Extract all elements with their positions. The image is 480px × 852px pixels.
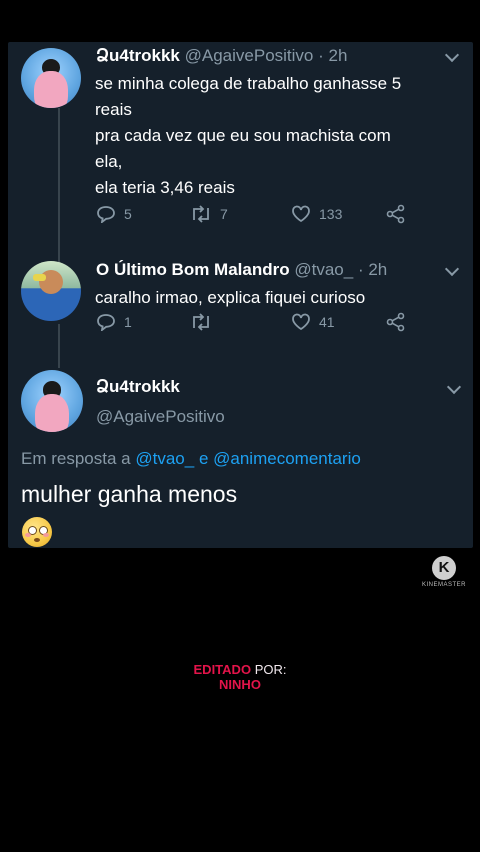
tweet-text: se minha colega de trabalho ganhasse 5 r… bbox=[95, 74, 402, 197]
credit-por: POR: bbox=[254, 662, 287, 677]
like-count: 41 bbox=[319, 314, 335, 330]
display-name[interactable]: O Último Bom Malandro bbox=[96, 260, 290, 279]
share-button[interactable] bbox=[386, 312, 406, 332]
reply-button[interactable]: 5 bbox=[96, 205, 132, 223]
reply-context: Em resposta a @tvao_ e @animecomentario bbox=[21, 449, 361, 469]
mention-link[interactable]: @animecomentario bbox=[213, 449, 361, 468]
display-name[interactable]: Ձu4trokkk bbox=[96, 377, 180, 397]
mention-link[interactable]: @tvao_ bbox=[135, 449, 194, 468]
tweet-text: mulher ganha menos bbox=[21, 481, 238, 507]
share-icon bbox=[386, 204, 405, 224]
credit-author: NINHO bbox=[219, 677, 261, 692]
heart-icon bbox=[292, 205, 310, 223]
like-count: 133 bbox=[319, 206, 343, 222]
kinemaster-watermark: K KINEMASTER bbox=[421, 556, 467, 588]
reply-button[interactable]: 1 bbox=[96, 313, 132, 331]
credit-prefix: EDITADO bbox=[193, 662, 252, 677]
display-name[interactable]: Ձu4trokkk bbox=[96, 46, 180, 65]
tweet-text: caralho irmao, explica fiquei curioso bbox=[95, 288, 366, 307]
retweet-button[interactable]: 7 bbox=[190, 205, 228, 223]
tweet-time: · 2h bbox=[318, 46, 348, 65]
reply-prefix: Em resposta a bbox=[21, 449, 131, 468]
watermark-text: KINEMASTER bbox=[421, 582, 466, 588]
reply-icon bbox=[97, 314, 115, 331]
like-button[interactable]: 133 bbox=[291, 205, 342, 223]
reply-icon bbox=[97, 206, 115, 223]
avatar[interactable] bbox=[21, 48, 81, 108]
tweet-header: O Último Bom Malandro @tvao_ · 2h bbox=[96, 260, 387, 280]
user-handle[interactable]: @AgaivePositivo bbox=[96, 407, 225, 427]
heart-icon bbox=[292, 313, 310, 331]
tweet-header: Ձu4trokkk @AgaivePositivo · 2h bbox=[96, 46, 347, 66]
chevron-down-icon[interactable] bbox=[444, 261, 460, 277]
reply-count: 1 bbox=[124, 314, 132, 330]
editor-credit: EDITADO POR: NINHO bbox=[0, 662, 480, 692]
retweet-count: 7 bbox=[220, 206, 228, 222]
share-icon bbox=[386, 312, 405, 332]
user-handle[interactable]: @AgaivePositivo bbox=[185, 46, 314, 65]
chevron-down-icon[interactable] bbox=[446, 379, 462, 395]
like-button[interactable]: 41 bbox=[291, 313, 335, 331]
thread-connector bbox=[58, 324, 60, 368]
chevron-down-icon[interactable] bbox=[444, 47, 460, 63]
share-button[interactable] bbox=[386, 204, 406, 224]
retweet-icon bbox=[193, 313, 209, 331]
flushed-face-emoji bbox=[22, 517, 52, 547]
retweet-icon bbox=[193, 205, 209, 223]
kinemaster-logo-icon: K bbox=[432, 556, 456, 580]
reply-count: 5 bbox=[124, 206, 132, 222]
reply-and: e bbox=[198, 449, 209, 468]
retweet-button[interactable] bbox=[190, 313, 220, 331]
twitter-thread-screenshot: Ձu4trokkk @AgaivePositivo · 2h se minha … bbox=[8, 42, 473, 548]
avatar[interactable] bbox=[21, 261, 81, 321]
user-handle[interactable]: @tvao_ bbox=[294, 260, 353, 279]
avatar[interactable] bbox=[21, 370, 83, 432]
tweet-time: · 2h bbox=[357, 260, 388, 279]
